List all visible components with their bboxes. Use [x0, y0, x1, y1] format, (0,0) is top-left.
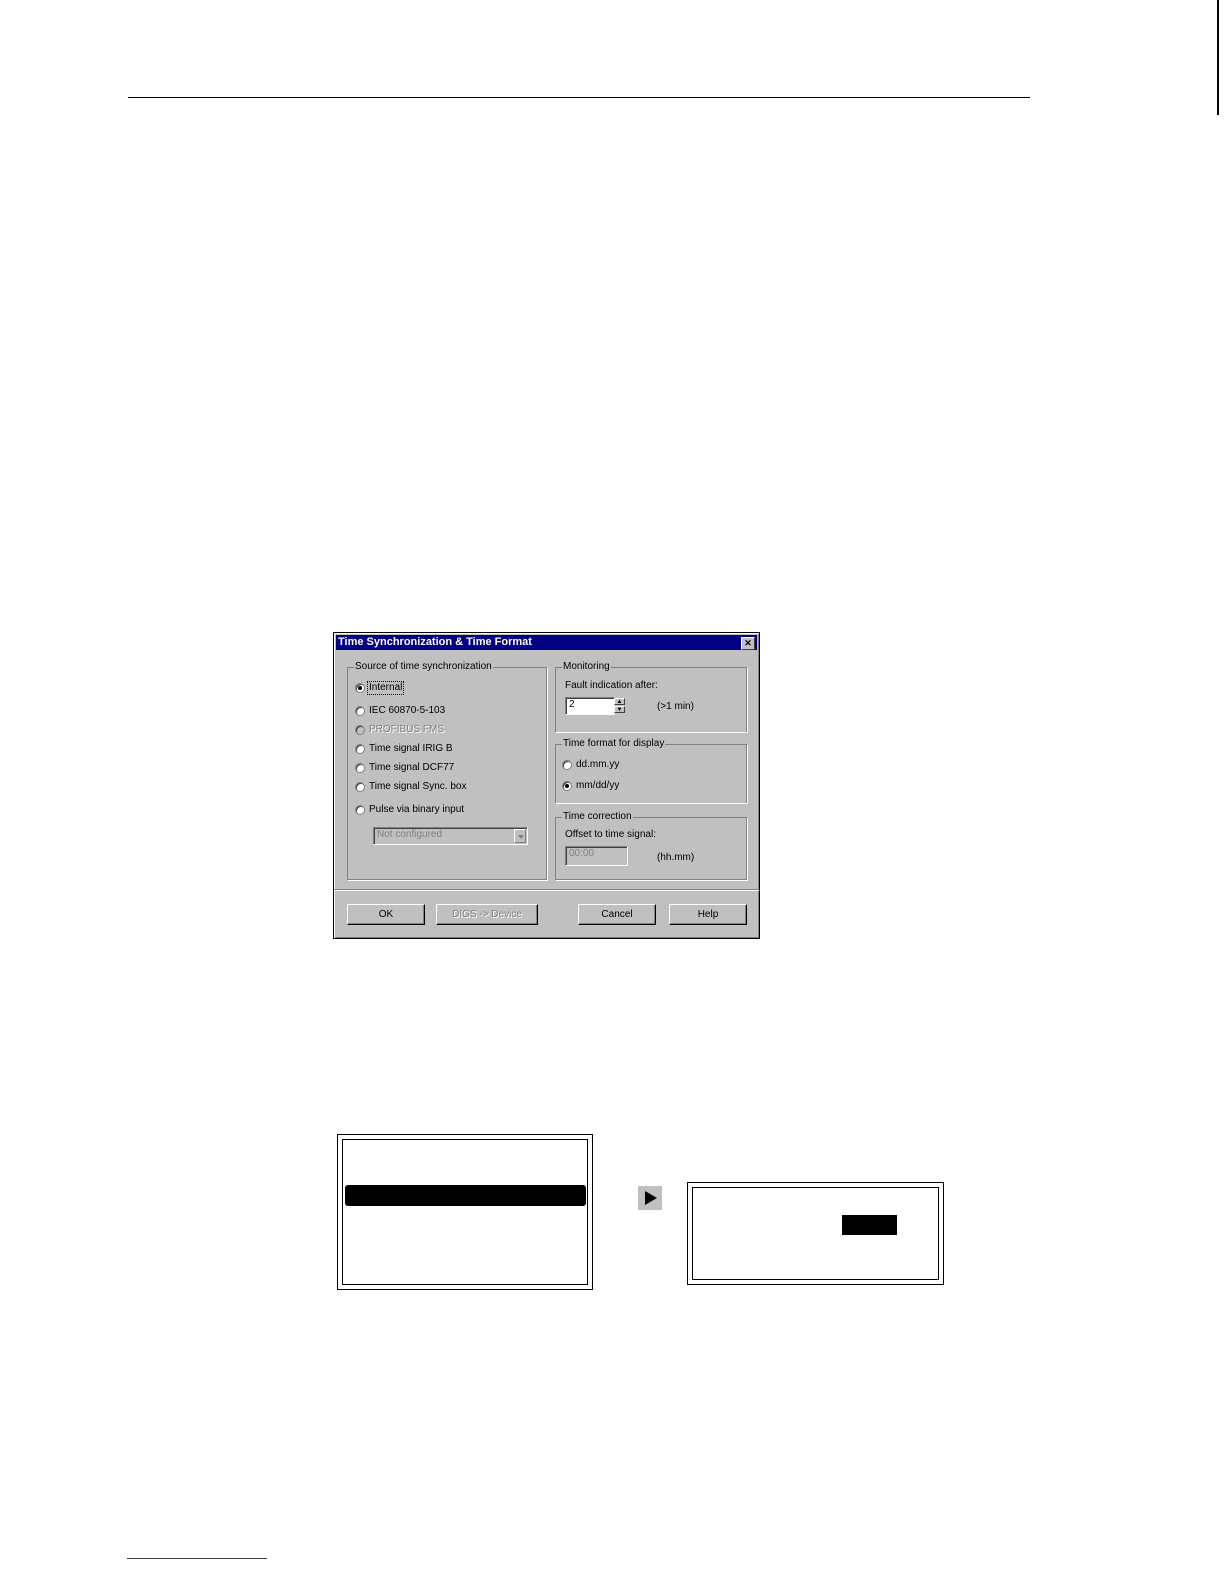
display-menu-inner — [342, 1139, 588, 1285]
time-format-group — [555, 744, 747, 803]
page-margin-bar — [1217, 0, 1219, 115]
radio-dd-mm-yy-label[interactable]: dd.mm.yy — [576, 759, 619, 771]
header-rule — [128, 97, 1030, 98]
fault-indication-label: Fault indication after: — [565, 680, 658, 691]
footer-rule — [127, 1558, 267, 1559]
radio-profibus-label: PROFIBUS FMS — [369, 724, 445, 735]
display-menu-highlight — [345, 1185, 586, 1206]
play-arrow-icon — [638, 1186, 662, 1210]
radio-pulse-binary[interactable] — [355, 805, 365, 815]
digs-device-button: DIGS -> Device — [436, 904, 538, 925]
time-sync-dialog: Time Synchronization & Time Format ✕ Sou… — [333, 632, 760, 939]
radio-internal[interactable] — [355, 683, 365, 693]
display-value-cursor — [842, 1215, 897, 1235]
radio-dd-mm-yy[interactable] — [562, 760, 572, 770]
display-menu — [337, 1134, 593, 1290]
radio-irig-b[interactable] — [355, 744, 365, 754]
fault-unit-label: (>1 min) — [657, 701, 694, 712]
offset-label: Offset to time signal: — [565, 829, 656, 840]
radio-dcf77-label[interactable]: Time signal DCF77 — [369, 762, 454, 774]
radio-profibus — [355, 725, 365, 735]
radio-mm-dd-yy-label[interactable]: mm/dd/yy — [576, 780, 619, 792]
close-icon[interactable]: ✕ — [741, 637, 755, 650]
dialog-title: Time Synchronization & Time Format — [338, 636, 532, 648]
display-value — [687, 1182, 944, 1285]
offset-unit-label: (hh.mm) — [657, 852, 695, 863]
radio-sync-box-label[interactable]: Time signal Sync. box — [369, 781, 466, 793]
button-separator — [334, 889, 759, 890]
fault-indication-input[interactable]: 2 — [565, 697, 615, 715]
source-group-label: Source of time synchronization — [354, 661, 493, 672]
cancel-button[interactable]: Cancel — [578, 904, 656, 925]
spin-down-icon[interactable]: ▼ — [614, 706, 625, 713]
monitoring-group-label: Monitoring — [562, 661, 611, 672]
chevron-down-icon — [514, 829, 526, 843]
radio-irig-b-label[interactable]: Time signal IRIG B — [369, 743, 453, 755]
dialog-titlebar: Time Synchronization & Time Format ✕ — [336, 635, 757, 650]
offset-input: 00:00 — [565, 846, 628, 866]
radio-mm-dd-yy[interactable] — [562, 781, 572, 791]
ok-button[interactable]: OK — [347, 904, 425, 925]
display-value-inner — [692, 1187, 939, 1280]
radio-iec[interactable] — [355, 706, 365, 716]
radio-dcf77[interactable] — [355, 763, 365, 773]
radio-pulse-binary-label[interactable]: Pulse via binary input — [369, 804, 464, 816]
radio-internal-label[interactable]: Internal — [366, 681, 405, 695]
time-format-group-label: Time format for display — [562, 738, 666, 749]
radio-sync-box[interactable] — [355, 782, 365, 792]
time-correction-group-label: Time correction — [562, 811, 633, 822]
help-button[interactable]: Help — [669, 904, 747, 925]
spin-up-icon[interactable]: ▲ — [614, 698, 625, 705]
binary-input-select: Not configured — [373, 827, 528, 845]
radio-iec-label[interactable]: IEC 60870-5-103 — [369, 705, 445, 717]
